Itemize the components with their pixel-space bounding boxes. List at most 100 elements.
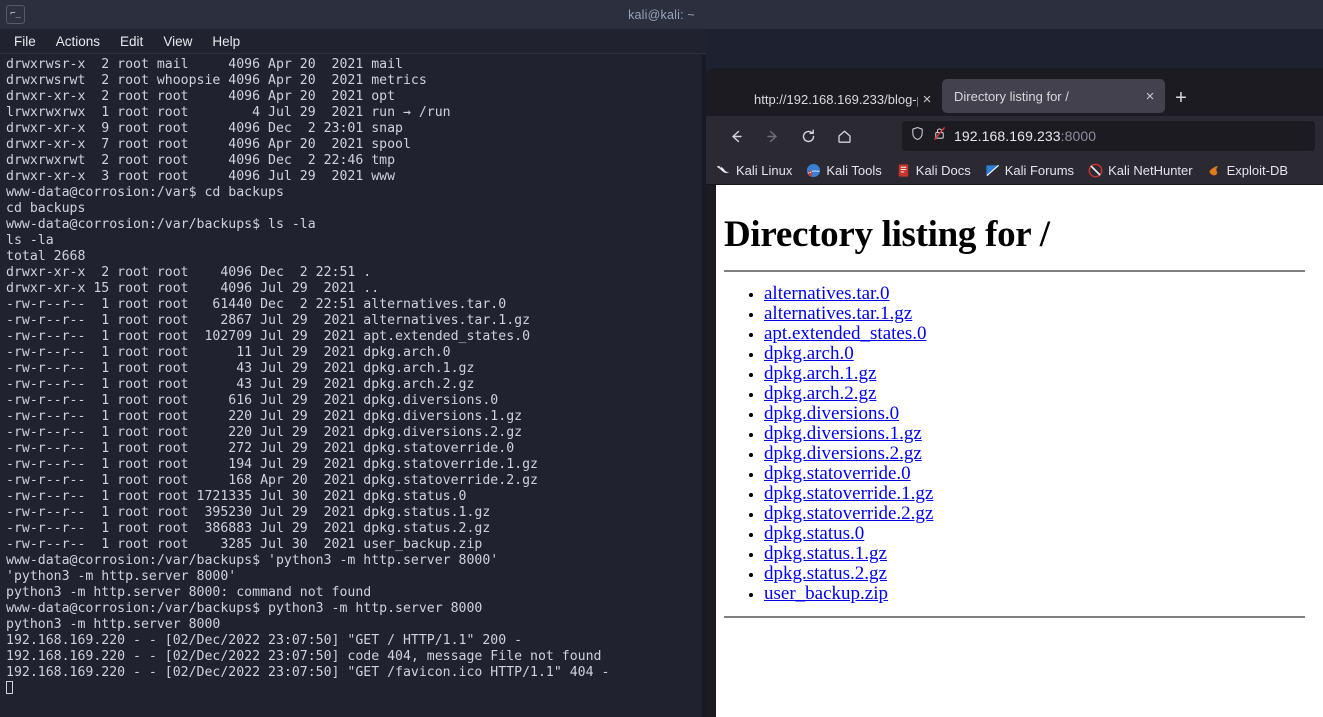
terminal-line: 192.168.169.220 - - [02/Dec/2022 23:07:5… <box>6 665 610 680</box>
reload-icon[interactable] <box>792 120 824 152</box>
menu-item-file[interactable]: File <box>12 32 46 51</box>
list-item: dpkg.statoverride.0 <box>764 464 1305 484</box>
url-port: :8000 <box>1060 128 1097 144</box>
browser-left-edge <box>706 185 716 717</box>
rule-top <box>724 270 1305 272</box>
menu-item-view[interactable]: View <box>153 32 202 51</box>
url-host: 192.168.169.233 <box>954 128 1061 144</box>
address-bar[interactable]: 192.168.169.233:8000 <box>902 121 1315 151</box>
close-icon[interactable]: × <box>918 92 936 107</box>
terminal-line: -rw-r--r-- 1 root root 1721335 Jul 30 20… <box>6 489 467 504</box>
terminal-line: 192.168.169.220 - - [02/Dec/2022 23:07:5… <box>6 649 602 664</box>
menu-item-edit[interactable]: Edit <box>110 32 153 51</box>
url-text: 192.168.169.233:8000 <box>954 128 1096 144</box>
file-link[interactable]: dpkg.diversions.0 <box>764 403 899 424</box>
menu-item-help[interactable]: Help <box>202 32 250 51</box>
list-item: alternatives.tar.0 <box>764 284 1305 304</box>
terminal-line: -rw-r--r-- 1 root root 272 Jul 29 2021 d… <box>6 441 515 456</box>
bookmark-kali-docs[interactable]: Kali Docs <box>896 163 971 178</box>
terminal-line: -rw-r--r-- 1 root root 43 Jul 29 2021 dp… <box>6 377 475 392</box>
forward-icon[interactable] <box>756 120 788 152</box>
file-link[interactable]: dpkg.status.0 <box>764 523 864 544</box>
terminal-menubar: File Actions Edit View Help <box>0 29 706 54</box>
terminal-line: -rw-r--r-- 1 root root 168 Apr 20 2021 d… <box>6 473 538 488</box>
bookmark-label: Kali Forums <box>1004 162 1075 178</box>
shield-icon[interactable] <box>910 126 925 146</box>
list-item: user_backup.zip <box>764 584 1305 604</box>
file-link[interactable]: apt.extended_states.0 <box>764 323 927 344</box>
bookmark-label: Kali Docs <box>915 162 971 178</box>
terminal-line: www-data@corrosion:/var/backups$ ls -la <box>6 217 316 232</box>
terminal-line: lrwxrwxrwx 1 root root 4 Jul 29 2021 run… <box>6 105 451 120</box>
list-item: dpkg.status.2.gz <box>764 564 1305 584</box>
back-icon[interactable] <box>720 120 752 152</box>
terminal-line: 192.168.169.220 - - [02/Dec/2022 23:07:5… <box>6 633 523 648</box>
bookmark-kali-forums[interactable]: Kali Forums <box>985 163 1074 178</box>
terminal-line: drwxrwsrwt 2 root whoopsie 4096 Apr 20 2… <box>6 73 427 88</box>
file-link[interactable]: user_backup.zip <box>764 583 888 604</box>
terminal-output[interactable]: drwxrwsr-x 2 root mail 4096 Apr 20 2021 … <box>0 55 706 717</box>
terminal-line: python3 -m http.server 8000: command not… <box>6 585 372 600</box>
browser-window: http://192.168.169.233/blog-p × Director… <box>706 68 1323 717</box>
tab-label: http://192.168.169.233/blog-p <box>754 91 918 107</box>
list-item: dpkg.statoverride.2.gz <box>764 504 1305 524</box>
new-tab-icon[interactable]: + <box>1165 82 1197 114</box>
page-title: Directory listing for / <box>724 214 1050 255</box>
browser-tab-1[interactable]: http://192.168.169.233/blog-p × <box>742 82 942 116</box>
menu-item-actions[interactable]: Actions <box>46 32 110 51</box>
file-link[interactable]: alternatives.tar.0 <box>764 283 890 304</box>
file-link[interactable]: dpkg.diversions.2.gz <box>764 443 922 464</box>
terminal-line: -rw-r--r-- 1 root root 220 Jul 29 2021 d… <box>6 425 523 440</box>
browser-nav-bar: 192.168.169.233:8000 <box>706 116 1323 156</box>
file-link[interactable]: dpkg.statoverride.1.gz <box>764 483 933 504</box>
terminal-line: www-data@corrosion:/var/backups$ 'python… <box>6 553 499 568</box>
terminal-line: drwxr-xr-x 2 root root 4096 Apr 20 2021 … <box>6 89 396 104</box>
terminal-line: www-data@corrosion:/var/backups$ python3… <box>6 601 483 616</box>
terminal-line: -rw-r--r-- 1 root root 61440 Dec 2 22:51… <box>6 297 507 312</box>
terminal-line: drwxr-xr-x 2 root root 4096 Dec 2 22:51 … <box>6 265 372 280</box>
file-link[interactable]: dpkg.arch.1.gz <box>764 363 876 384</box>
bookmark-exploit-db[interactable]: Exploit-DB <box>1207 163 1288 178</box>
list-item: dpkg.arch.2.gz <box>764 384 1305 404</box>
bookmark-kali-tools[interactable]: Kali Tools <box>806 163 882 178</box>
terminal-line: -rw-r--r-- 1 root root 386883 Jul 29 202… <box>6 521 491 536</box>
list-item: dpkg.statoverride.1.gz <box>764 484 1305 504</box>
file-link[interactable]: dpkg.statoverride.0 <box>764 463 911 484</box>
kali-forums-icon <box>985 163 1000 178</box>
terminal-line: cd backups <box>6 201 86 216</box>
list-item: dpkg.diversions.1.gz <box>764 424 1305 444</box>
bookmark-kali-linux[interactable]: Kali Linux <box>716 163 792 178</box>
terminal-line: python3 -m http.server 8000 <box>6 617 221 632</box>
terminal-line: -rw-r--r-- 1 root root 220 Jul 29 2021 d… <box>6 409 523 424</box>
bookmark-kali-nethunter[interactable]: Kali NetHunter <box>1088 163 1193 178</box>
terminal-line: drwxrwsr-x 2 root mail 4096 Apr 20 2021 … <box>6 57 403 72</box>
browser-tab-2[interactable]: Directory listing for / × <box>942 79 1165 113</box>
terminal-titlebar: ⌐_ kali@kali: ~ <box>0 0 1323 29</box>
terminal-line: -rw-r--r-- 1 root root 395230 Jul 29 202… <box>6 505 491 520</box>
file-link[interactable]: dpkg.arch.0 <box>764 343 854 364</box>
kali-tools-icon <box>806 163 821 178</box>
file-link[interactable]: dpkg.statoverride.2.gz <box>764 503 933 524</box>
file-list: alternatives.tar.0alternatives.tar.1.gza… <box>764 284 1305 604</box>
terminal-line: -rw-r--r-- 1 root root 43 Jul 29 2021 dp… <box>6 361 475 376</box>
file-link[interactable]: dpkg.status.1.gz <box>764 543 887 564</box>
list-item: dpkg.status.1.gz <box>764 544 1305 564</box>
home-icon[interactable] <box>828 120 860 152</box>
close-icon[interactable]: × <box>1141 89 1159 104</box>
terminal-line: -rw-r--r-- 1 root root 102709 Jul 29 202… <box>6 329 531 344</box>
file-link[interactable]: alternatives.tar.1.gz <box>764 303 912 324</box>
tab-label: Directory listing for / <box>954 88 1069 104</box>
bookmarks-bar: Kali Linux Kali Tools Kali Docs Kali For… <box>706 156 1323 185</box>
lock-crossed-icon[interactable] <box>932 126 947 146</box>
list-item: dpkg.diversions.2.gz <box>764 444 1305 464</box>
kali-nethunter-icon <box>1088 163 1103 178</box>
terminal-line: -rw-r--r-- 1 root root 194 Jul 29 2021 d… <box>6 457 538 472</box>
list-item: apt.extended_states.0 <box>764 324 1305 344</box>
page-viewport: Directory listing for / alternatives.tar… <box>716 185 1323 717</box>
terminal-line: total 2668 <box>6 249 86 264</box>
file-link[interactable]: dpkg.diversions.1.gz <box>764 423 922 444</box>
bookmark-label: Kali NetHunter <box>1108 162 1193 178</box>
file-link[interactable]: dpkg.arch.2.gz <box>764 383 876 404</box>
list-item: dpkg.arch.0 <box>764 344 1305 364</box>
file-link[interactable]: dpkg.status.2.gz <box>764 563 887 584</box>
